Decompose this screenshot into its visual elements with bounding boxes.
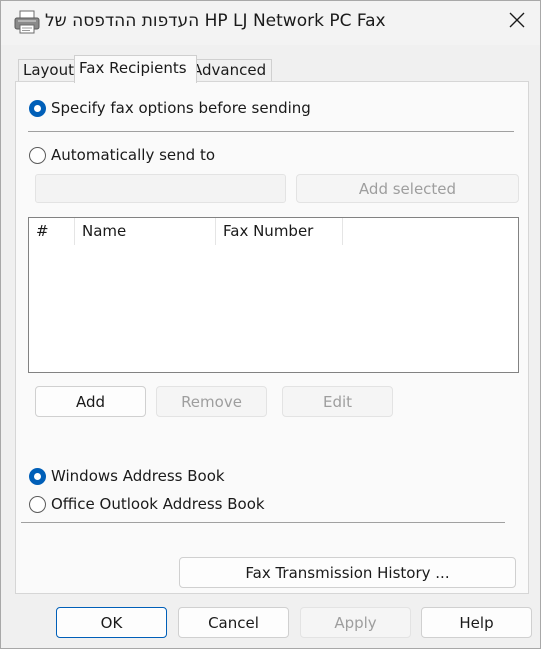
- close-icon: [509, 12, 525, 32]
- column-header-fax-number[interactable]: Fax Number: [216, 218, 343, 245]
- close-button[interactable]: [497, 3, 537, 41]
- fax-transmission-history-button[interactable]: Fax Transmission History ...: [179, 557, 516, 588]
- windows-address-book-radio[interactable]: [29, 467, 46, 485]
- title-bar: העדפות ההדפסה של HP LJ Network PC Fax: [1, 1, 540, 45]
- help-button[interactable]: Help: [421, 607, 532, 638]
- ok-button[interactable]: OK: [56, 607, 167, 638]
- windows-address-book-label: Windows Address Book: [51, 467, 225, 485]
- separator: [28, 131, 514, 132]
- window-title: העדפות ההדפסה של HP LJ Network PC Fax: [45, 11, 386, 31]
- windows-address-book-radio-row[interactable]: Windows Address Book: [29, 464, 225, 488]
- specify-options-label: Specify fax options before sending: [51, 99, 311, 117]
- edit-button[interactable]: Edit: [282, 386, 393, 417]
- printer-icon: [13, 9, 41, 35]
- add-button[interactable]: Add: [35, 386, 146, 417]
- column-header-number[interactable]: #: [29, 218, 75, 245]
- outlook-address-book-radio[interactable]: [29, 495, 46, 513]
- auto-send-radio-row[interactable]: Automatically send to: [29, 143, 215, 167]
- remove-button[interactable]: Remove: [156, 386, 267, 417]
- auto-send-radio[interactable]: [29, 146, 46, 164]
- add-selected-button[interactable]: Add selected: [296, 174, 519, 203]
- recipients-list[interactable]: # Name Fax Number: [28, 217, 519, 373]
- specify-options-radio[interactable]: [29, 99, 46, 117]
- column-header-name[interactable]: Name: [75, 218, 216, 245]
- tab-fax-recipients[interactable]: Fax Recipients: [74, 55, 197, 83]
- outlook-address-book-radio-row[interactable]: Office Outlook Address Book: [29, 492, 265, 516]
- recipient-input[interactable]: [35, 174, 286, 203]
- fax-recipients-panel: Specify fax options before sending Autom…: [15, 81, 529, 594]
- separator: [21, 522, 505, 523]
- outlook-address-book-label: Office Outlook Address Book: [51, 495, 265, 513]
- tab-advanced[interactable]: Advanced: [187, 59, 272, 82]
- specify-options-radio-row[interactable]: Specify fax options before sending: [29, 96, 311, 120]
- auto-send-label: Automatically send to: [51, 146, 215, 164]
- apply-button[interactable]: Apply: [300, 607, 411, 638]
- printing-preferences-dialog: העדפות ההדפסה של HP LJ Network PC Fax La…: [0, 0, 541, 649]
- cancel-button[interactable]: Cancel: [178, 607, 289, 638]
